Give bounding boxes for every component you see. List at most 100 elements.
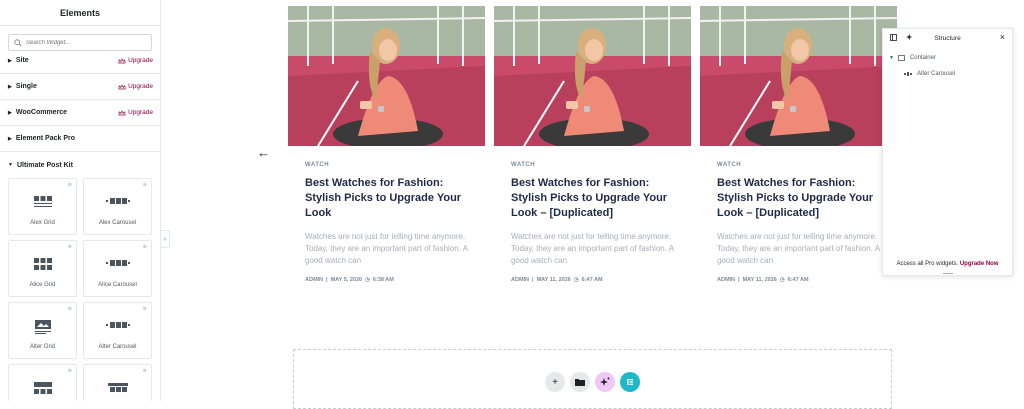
post-image[interactable] — [494, 6, 691, 146]
post-author[interactable]: ADMIN — [511, 277, 529, 283]
post-meta: ADMIN | MAY 5, 2026 ◷ 6:38 AM — [288, 277, 485, 283]
upgrade-link[interactable]: Upgrade — [118, 57, 153, 64]
tree-item-alter-carousel[interactable]: Alter Carousel — [883, 66, 1012, 82]
category-label: Single — [15, 83, 37, 90]
panel-collapse-handle[interactable]: ‹ — [161, 230, 170, 248]
widget-label: Alex Carousel — [98, 220, 137, 226]
category-label: Ultimate Post Kit — [16, 161, 73, 169]
grid-widget-icon — [33, 196, 52, 207]
category-single[interactable]: ▶ Single Upgrade — [0, 74, 160, 100]
crown-icon — [118, 57, 126, 63]
tree-item-label: Alter Carousel — [917, 71, 956, 77]
widget-alter-grid[interactable]: ⊕ Alter Grid — [8, 302, 77, 359]
pro-badge-icon: ⊕ — [142, 368, 147, 374]
post-time: 6:38 AM — [372, 277, 394, 283]
post-date: MAY 5, 2026 — [330, 277, 363, 283]
post-excerpt: Watches are not just for telling time an… — [717, 232, 880, 265]
post-author[interactable]: ADMIN — [305, 277, 323, 283]
add-section-button[interactable]: + — [545, 372, 565, 392]
post-image[interactable] — [288, 6, 485, 146]
post-title[interactable]: Best Watches for Fashion: Stylish Picks … — [700, 176, 897, 221]
post-title[interactable]: Best Watches for Fashion: Stylish Picks … — [494, 176, 691, 221]
template-library-button[interactable] — [570, 372, 590, 392]
upgrade-label: Upgrade — [128, 57, 153, 64]
widget-alice-carousel[interactable]: ⊕ Alice Carousel — [83, 240, 152, 297]
post-excerpt: Watches are not just for telling time an… — [305, 232, 468, 265]
ai-button[interactable] — [595, 372, 615, 392]
upgrade-now-link[interactable]: Upgrade Now — [960, 261, 999, 267]
structure-title: Structure — [934, 34, 961, 42]
search-input[interactable] — [26, 39, 146, 46]
pro-badge-icon: ⊕ — [67, 306, 72, 312]
tree-item-label: Container — [909, 55, 936, 61]
structure-panel: Structure × ▼ Container Alter Carousel A… — [882, 28, 1013, 276]
container-icon — [898, 55, 905, 61]
widget-alter-carousel[interactable]: ⊕ Alter Carousel — [83, 302, 152, 359]
structure-header: Structure × — [883, 29, 1012, 47]
panel-title: Elements — [0, 0, 160, 26]
resize-grip[interactable] — [943, 273, 953, 274]
structure-toggle-icon[interactable] — [890, 34, 897, 43]
category-site[interactable]: ▶ Site Upgrade — [0, 48, 160, 74]
post-author[interactable]: ADMIN — [717, 277, 735, 283]
post-category[interactable]: WATCH — [288, 162, 485, 168]
widget-tile[interactable]: ⊕ — [8, 364, 77, 401]
widget-alex-grid[interactable]: ⊕ Alex Grid — [8, 178, 77, 235]
category-label: Element Pack Pro — [15, 135, 75, 142]
post-category[interactable]: WATCH — [494, 162, 691, 168]
pro-badge-icon: ⊕ — [67, 244, 72, 250]
widget-label: Alice Grid — [29, 282, 56, 288]
footer-text: Access all Pro widgets. — [896, 261, 959, 267]
elementor-kit-button[interactable] — [620, 372, 640, 392]
carousel-prev-arrow-icon[interactable]: ← — [257, 145, 270, 160]
post-image[interactable] — [700, 6, 897, 146]
ai-sparkle-icon[interactable] — [906, 33, 914, 43]
post-category[interactable]: WATCH — [700, 162, 897, 168]
post-date: MAY 11, 2026 — [742, 277, 777, 283]
post-card[interactable]: WATCH Best Watches for Fashion: Stylish … — [494, 6, 691, 283]
dropzone-actions: + — [545, 372, 640, 392]
elements-panel: Elements ▶ Site Upgrade ▶ Single Upgrade… — [0, 0, 161, 401]
structure-footer: Access all Pro widgets. Upgrade Now — [883, 261, 1012, 267]
pro-badge-icon: ⊕ — [142, 306, 147, 312]
caret-right-icon: ▶ — [8, 57, 12, 64]
widget-alex-carousel[interactable]: ⊕ Alex Carousel — [83, 178, 152, 235]
carousel-widget-icon — [105, 198, 130, 204]
category-label: Site — [15, 57, 29, 64]
post-date: MAY 11, 2026 — [536, 277, 571, 283]
upgrade-link[interactable]: Upgrade — [118, 109, 153, 116]
category-element-pack-pro[interactable]: ▶ Element Pack Pro — [0, 126, 160, 152]
plus-icon: + — [552, 376, 558, 388]
sparkle-icon — [600, 377, 610, 386]
upgrade-link[interactable]: Upgrade — [118, 83, 153, 90]
pro-badge-icon: ⊕ — [142, 182, 147, 188]
post-title[interactable]: Best Watches for Fashion: Stylish Picks … — [288, 176, 485, 221]
post-photo-image — [288, 6, 485, 146]
post-card[interactable]: WATCH Best Watches for Fashion: Stylish … — [288, 6, 485, 283]
upgrade-label: Upgrade — [128, 109, 153, 116]
category-woocommerce[interactable]: ▶ WooCommerce Upgrade — [0, 100, 160, 126]
category-ultimate-post-kit[interactable]: ▼ Ultimate Post Kit — [0, 152, 160, 178]
post-card[interactable]: WATCH Best Watches for Fashion: Stylish … — [700, 6, 897, 283]
meta-separator: | — [326, 277, 328, 283]
carousel-widget-icon — [105, 322, 130, 328]
widget-label: Alter Carousel — [98, 344, 137, 350]
close-icon[interactable]: × — [1000, 32, 1005, 42]
crown-icon — [118, 109, 126, 115]
clock-icon: ◷ — [573, 277, 579, 283]
widget-tile[interactable]: ⊕ — [83, 364, 152, 401]
post-meta: ADMIN | MAY 11, 2026 ◷ 6:47 AM — [700, 277, 897, 283]
pro-badge-icon: ⊕ — [142, 244, 147, 250]
post-meta: ADMIN | MAY 11, 2026 ◷ 6:47 AM — [494, 277, 691, 283]
caret-right-icon: ▶ — [8, 109, 12, 116]
caret-down-icon: ▼ — [8, 162, 13, 168]
category-label: WooCommerce — [15, 109, 68, 116]
post-time: 6:47 AM — [787, 277, 809, 283]
widget-alice-grid[interactable]: ⊕ Alice Grid — [8, 240, 77, 297]
caret-right-icon: ▶ — [8, 135, 12, 142]
pro-badge-icon: ⊕ — [67, 368, 72, 374]
post-photo-image — [494, 6, 691, 146]
grid-widget-icon — [33, 382, 52, 394]
post-excerpt: Watches are not just for telling time an… — [511, 232, 674, 265]
tree-item-container[interactable]: ▼ Container — [883, 50, 1012, 66]
